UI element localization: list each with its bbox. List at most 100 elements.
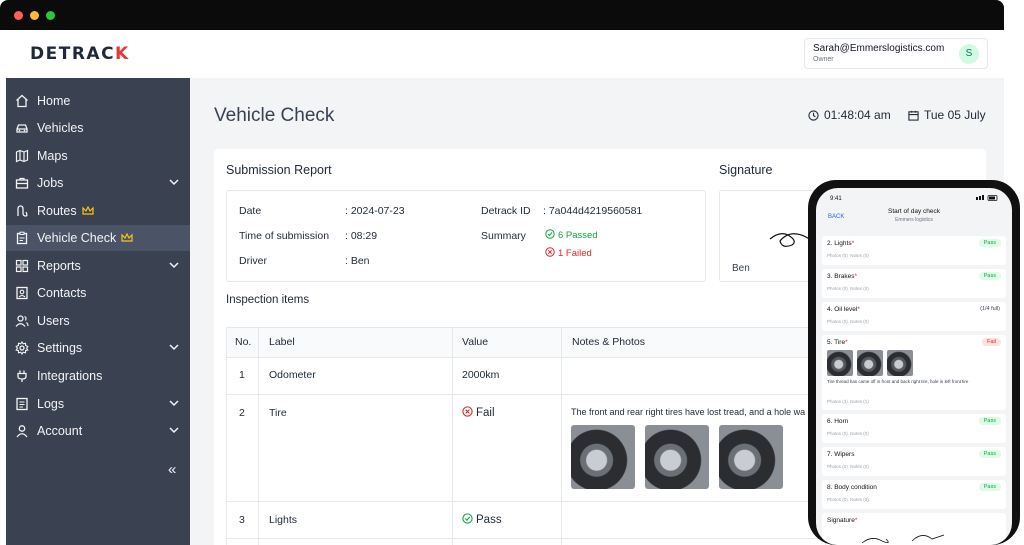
column-header-no: No. (235, 336, 252, 348)
phone-item-horn[interactable]: 6. Horn Pass Photos (0) Notes (0) (822, 414, 1006, 443)
chevron-down-icon[interactable] (168, 341, 180, 353)
collapse-sidebar-button[interactable]: « (168, 461, 176, 478)
phone-status-badge: Fail (982, 338, 1001, 346)
phone-tire-photo-2[interactable] (857, 350, 883, 376)
inspection-items-title: Inspection items (226, 294, 310, 306)
date-label: Date (239, 205, 262, 217)
sidebar-item-reports[interactable]: Reports (6, 253, 190, 279)
close-window-button[interactable] (14, 11, 23, 20)
page-title: Vehicle Check (214, 105, 335, 126)
minimize-window-button[interactable] (30, 11, 39, 20)
grid-icon (15, 259, 29, 273)
sidebar-item-maps[interactable]: Maps (6, 143, 190, 169)
phone-item-signature[interactable]: Signature* (822, 513, 1006, 545)
chevron-down-icon[interactable] (168, 424, 180, 436)
inspection-table: No. Label Value Notes & Photos 1 Odomete… (226, 327, 827, 545)
phone-item-label: 2. Lights* (827, 240, 855, 247)
sidebar-item-label: Contacts (37, 286, 87, 300)
summary-failed: 1 Failed (545, 247, 592, 259)
chevron-down-icon[interactable] (168, 259, 180, 271)
phone-item-brakes[interactable]: 3. Brakes* Pass Photos (0) Notes (0) (822, 269, 1006, 298)
maximize-window-button[interactable] (46, 11, 55, 20)
tire-photo-1[interactable] (571, 425, 635, 489)
phone-item-label: 7. Wipers (827, 451, 855, 458)
briefcase-icon (15, 177, 29, 189)
phone-photos-notes: Photos (0) Notes (0) (827, 497, 869, 502)
sidebar-item-label: Home (37, 94, 71, 108)
user-email: Sarah@Emmerslogistics.com (813, 43, 945, 54)
sidebar-item-label: Reports (37, 259, 81, 273)
sidebar-item-contacts[interactable]: Contacts (6, 280, 190, 306)
row-divider (227, 357, 827, 358)
check-circle-icon (462, 513, 473, 524)
summary-passed: 6 Passed (545, 229, 598, 241)
user-role: Owner (813, 56, 834, 63)
sidebar-item-vehicle-check[interactable]: Vehicle Check (6, 225, 190, 251)
phone-tire-photo-1[interactable] (827, 350, 853, 376)
submission-details: Date : 2024-07-23 Time of submission : 0… (226, 190, 706, 282)
contact-icon (16, 286, 28, 300)
phone-item-tire[interactable]: 5. Tire* Fail Tire thread has came off i… (822, 335, 1006, 410)
phone-tire-note: Tire thread has came off in front and ba… (827, 379, 969, 384)
phone-status-time: 9:41 (830, 196, 842, 202)
sidebar-item-label: Integrations (37, 369, 103, 383)
detrack-id-label: Detrack ID (481, 205, 531, 217)
table-row-3-value: Pass (462, 513, 502, 526)
chevron-down-icon[interactable] (168, 176, 180, 188)
phone-screen: 9:41 BACK Start of day check Emmers logi… (816, 188, 1012, 545)
table-row-1-no: 1 (239, 369, 245, 381)
table-row-2-label: Tire (269, 407, 287, 419)
table-row-2-no: 2 (239, 407, 245, 419)
sidebar-item-home[interactable]: Home (6, 88, 190, 114)
driver-value: : Ben (345, 255, 370, 267)
sidebar-item-jobs[interactable]: Jobs (6, 170, 190, 196)
phone-subtitle: Emmers logistics (895, 217, 933, 223)
top-header: DETRACK Sarah@Emmerslogistics.com Owner … (6, 30, 1004, 78)
sidebar-item-users[interactable]: Users (6, 308, 190, 334)
sidebar-item-vehicles[interactable]: Vehicles (6, 115, 190, 141)
phone-item-oil-level[interactable]: 4. Oil level* (1/4 full) Photos (0) Note… (822, 302, 1006, 331)
table-row-2-notes: The front and rear right tires have lost… (571, 407, 806, 417)
phone-item-label: Signature* (827, 517, 858, 524)
clock-icon (808, 110, 819, 121)
phone-status-badge: Pass (978, 272, 1001, 280)
gear-icon (15, 341, 29, 355)
sidebar-item-label: Account (37, 424, 83, 438)
sidebar-item-account[interactable]: Account (6, 418, 190, 444)
car-icon (16, 124, 28, 133)
check-circle-icon (545, 229, 555, 239)
detrack-logo[interactable]: DETRACK (30, 44, 130, 64)
tire-photo-3[interactable] (719, 425, 783, 489)
sidebar-item-label: Logs (37, 397, 65, 411)
sidebar-item-integrations[interactable]: Integrations (6, 363, 190, 389)
plug-icon (17, 370, 27, 382)
phone-item-wipers[interactable]: 7. Wipers Pass Photos (0) Notes (0) (822, 447, 1006, 476)
sidebar-item-routes[interactable]: Routes (6, 198, 190, 224)
phone-item-label: 6. Horn (827, 418, 849, 425)
summary-label: Summary (481, 230, 526, 242)
phone-tire-photo-3[interactable] (887, 350, 913, 376)
phone-item-label: 3. Brakes* (827, 273, 857, 280)
phone-item-label: 8. Body condition (827, 484, 877, 491)
sidebar: Home Vehicles Maps Jobs Routes Vehicle C… (6, 78, 190, 545)
phone-item-body-condition[interactable]: 8. Body condition Pass Photos (0) Notes … (822, 480, 1006, 509)
user-menu[interactable]: Sarah@Emmerslogistics.com Owner S (804, 38, 988, 69)
sidebar-item-logs[interactable]: Logs (6, 391, 190, 417)
column-divider (258, 328, 259, 545)
column-header-label: Label (269, 336, 295, 348)
chevron-down-icon[interactable] (168, 397, 180, 409)
phone-photos-notes: Photos (3) Notes (1) (827, 399, 869, 404)
table-row-3-label: Lights (269, 514, 298, 526)
time-value: : 08:29 (345, 230, 378, 242)
clipboard-icon (16, 231, 28, 245)
table-row-1-label: Odometer (269, 369, 316, 381)
phone-item-lights[interactable]: 2. Lights* Pass Photos (0) Notes (0) (822, 236, 1006, 265)
sidebar-item-label: Routes (37, 204, 94, 218)
row-divider (227, 538, 827, 539)
calendar-icon (908, 110, 919, 121)
tire-photo-2[interactable] (645, 425, 709, 489)
sidebar-item-settings[interactable]: Settings (6, 335, 190, 361)
phone-status-icons (976, 195, 998, 203)
signature-title: Signature (719, 163, 773, 177)
current-date: Tue 05 July (908, 108, 986, 122)
